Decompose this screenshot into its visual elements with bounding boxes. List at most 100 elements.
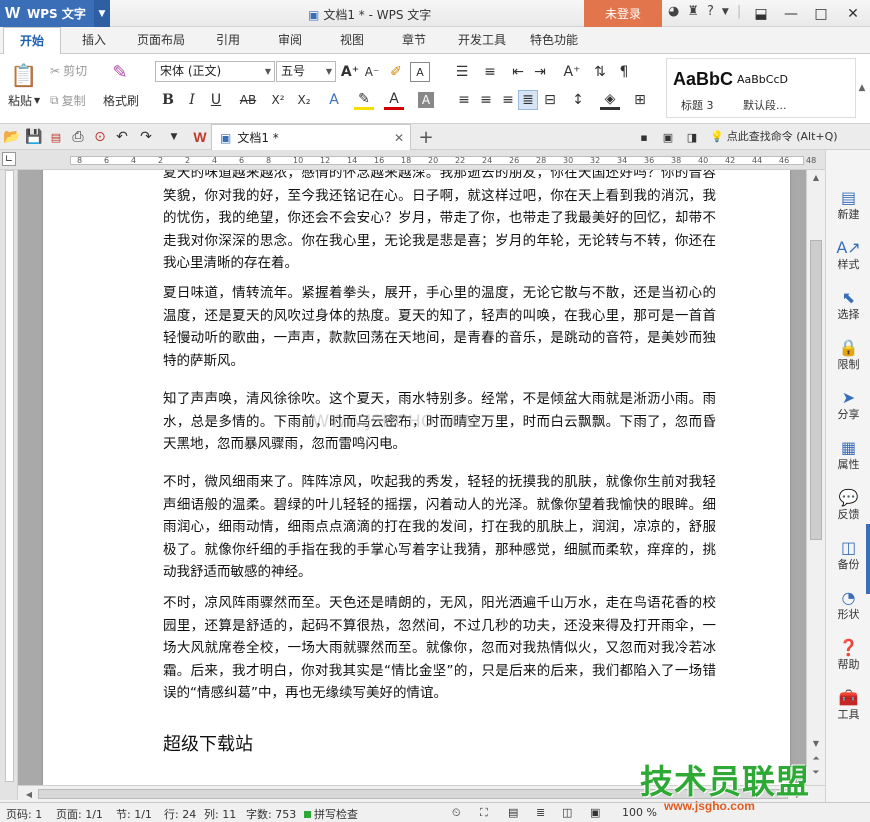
align-center-icon[interactable]: ≡: [476, 90, 496, 110]
tab-developer[interactable]: 开发工具: [450, 27, 514, 54]
align-left-icon[interactable]: ≡: [454, 90, 474, 110]
scroll-left-icon[interactable]: ◀: [22, 786, 36, 802]
focus-mode-icon[interactable]: ⛶: [480, 806, 488, 820]
tab-references[interactable]: 引用: [202, 27, 254, 54]
tab-review[interactable]: 审阅: [264, 27, 316, 54]
tab-view[interactable]: 视图: [326, 27, 378, 54]
sidepanel-new[interactable]: ▤ 新建: [826, 188, 870, 222]
grow-font-icon[interactable]: A⁺: [340, 62, 360, 82]
restore-window-button[interactable]: ⬓: [746, 0, 776, 27]
scroll-up-icon[interactable]: ▲: [809, 170, 823, 184]
sidepanel-styles[interactable]: A↗ 样式: [826, 238, 870, 272]
open-icon[interactable]: 📂: [2, 127, 22, 147]
horizontal-ruler[interactable]: ∟ 8 6 4 2 2 4 6 8 10 12 14 16 18 20 22 24 26 28 30 32 34 36 38…: [0, 150, 825, 170]
web-view-icon[interactable]: ◫: [562, 806, 572, 819]
sidepanel-tools[interactable]: 🧰 工具: [826, 688, 870, 722]
font-name-select[interactable]: 宋体 (正文) ▼: [155, 61, 275, 82]
close-button[interactable]: ✕: [838, 0, 868, 27]
print-icon[interactable]: ⎙: [68, 127, 88, 147]
bullet-list-icon[interactable]: ☰: [452, 62, 472, 82]
align-right-icon[interactable]: ≡: [498, 90, 518, 110]
sidepanel-help[interactable]: ❓ 帮助: [826, 638, 870, 672]
chevron-down-icon[interactable]: ▲: [856, 78, 868, 98]
document-page[interactable]: 夏天的味道越来越浓，感情的怀念越来越深。我那逝去的朋友，你在天国还好吗？你的音容…: [43, 170, 790, 785]
format-painter-button[interactable]: 格式刷: [103, 92, 139, 109]
increase-indent-icon[interactable]: ⇥: [530, 62, 550, 82]
clear-format-icon[interactable]: ✐: [386, 62, 406, 82]
status-page-code[interactable]: 页码: 1: [6, 806, 42, 822]
italic-icon[interactable]: I: [182, 90, 202, 110]
paragraph-1[interactable]: 夏天的味道越来越浓，感情的怀念越来越深。我那逝去的朋友，你在天国还好吗？你的音容…: [163, 170, 716, 275]
chevron-down-icon[interactable]: ▼: [722, 7, 729, 17]
font-size-select[interactable]: 五号 ▼: [276, 61, 336, 82]
undo-icon[interactable]: ↶: [112, 127, 132, 147]
status-section[interactable]: 节: 1/1: [116, 806, 152, 822]
show-marks-icon[interactable]: ¶: [614, 62, 634, 82]
sidepanel-backup[interactable]: ◫ 备份: [826, 538, 870, 572]
strikethrough-icon[interactable]: AB: [238, 90, 258, 110]
status-pages[interactable]: 页面: 1/1: [56, 806, 103, 822]
print-preview-icon[interactable]: ⊙: [90, 127, 110, 147]
status-row[interactable]: 行: 24: [164, 806, 196, 822]
pdf-icon[interactable]: ▤: [46, 127, 66, 147]
chinese-layout-icon[interactable]: A⁺: [562, 62, 582, 82]
window-list-icon[interactable]: ▪: [634, 127, 654, 147]
tab-stop-icon[interactable]: ∟: [2, 152, 16, 166]
vertical-scrollbar[interactable]: ▲ ▼ ⏶ ⏷: [806, 170, 825, 785]
document-tab[interactable]: ▣ 文档1 * ✕: [211, 124, 411, 150]
help-icon[interactable]: ?: [707, 4, 714, 19]
paragraph-shading-icon[interactable]: ◈: [600, 90, 620, 110]
paragraph-5[interactable]: 不时，凉风阵雨骤然而至。天色还是晴朗的，无风，阳光洒遍千山万水，走在鸟语花香的校…: [163, 592, 716, 705]
save-icon[interactable]: 💾: [24, 127, 44, 147]
new-tab-icon[interactable]: +: [416, 127, 436, 148]
status-word-count[interactable]: 字数: 753: [246, 806, 296, 822]
sidepanel-share[interactable]: ➤ 分享: [826, 388, 870, 422]
underline-icon[interactable]: U: [206, 90, 226, 110]
text-effect-icon[interactable]: A: [324, 90, 344, 110]
tab-special[interactable]: 特色功能: [522, 27, 586, 54]
sort-icon[interactable]: ⇅: [590, 62, 610, 82]
minimize-button[interactable]: —: [776, 0, 806, 27]
scroll-thumb[interactable]: [810, 240, 822, 540]
numbered-list-icon[interactable]: ≡: [480, 62, 500, 82]
outline-view-icon[interactable]: ≣: [536, 806, 545, 819]
subscript-icon[interactable]: X₂: [294, 90, 314, 110]
paragraph-4[interactable]: 不时，微风细雨来了。阵阵凉风，吹起我的秀发，轻轻的抚摸我的肌肤，就像你生前对我轻…: [163, 471, 716, 584]
sidepanel-properties[interactable]: ▦ 属性: [826, 438, 870, 472]
shirt-icon[interactable]: ♜: [687, 4, 699, 19]
vertical-ruler[interactable]: [0, 170, 18, 800]
spell-check-toggle[interactable]: 拼写检查: [304, 806, 358, 822]
command-search[interactable]: 💡 点此查找命令 (Alt+Q): [710, 128, 838, 144]
login-button[interactable]: 未登录: [584, 0, 662, 27]
sidepanel-restrict[interactable]: 🔒 限制: [826, 338, 870, 372]
history-icon[interactable]: ⏲: [452, 806, 461, 820]
copy-button[interactable]: ⧉ 复制: [50, 92, 86, 109]
wps-home-icon[interactable]: W: [190, 127, 210, 147]
tab-home[interactable]: 开始: [3, 27, 61, 55]
style-gallery[interactable]: AaBbC AaBbCcD 标题 3 默认段...: [666, 58, 856, 118]
sidepanel-feedback[interactable]: 💬 反馈: [826, 488, 870, 522]
chevron-down-icon[interactable]: ▼: [164, 127, 184, 147]
shrink-font-icon[interactable]: A⁻: [362, 62, 382, 82]
scroll-down-icon[interactable]: ▼: [809, 736, 823, 750]
paragraph-2[interactable]: 夏日味道，情转流年。紧握着拳头，展开，手心里的温度，无论它散与不散，还是当初心的…: [163, 282, 716, 372]
paste-button[interactable]: 粘贴 ▼: [8, 92, 40, 109]
document-heading[interactable]: 超级下载站: [163, 730, 253, 756]
bold-icon[interactable]: B: [158, 90, 178, 110]
screen-icon[interactable]: ▣: [658, 127, 678, 147]
maximize-button[interactable]: □: [806, 0, 836, 27]
close-icon[interactable]: ✕: [394, 131, 404, 145]
reading-view-icon[interactable]: ▣: [590, 806, 600, 819]
align-justify-icon[interactable]: ≣: [518, 90, 538, 110]
redo-icon[interactable]: ↷: [136, 127, 156, 147]
superscript-icon[interactable]: X²: [268, 90, 288, 110]
cut-button[interactable]: ✂ 剪切: [50, 62, 87, 79]
highlight-icon[interactable]: ✎: [354, 90, 374, 110]
tab-insert[interactable]: 插入: [68, 27, 120, 54]
status-col[interactable]: 列: 11: [204, 806, 236, 822]
sidepanel-select[interactable]: ⬉ 选择: [826, 288, 870, 322]
skin-icon[interactable]: ◕: [668, 4, 679, 19]
page-view-icon[interactable]: ▤: [508, 806, 518, 819]
line-spacing-icon[interactable]: ↕: [568, 90, 588, 110]
wps-menu-button[interactable]: W WPS 文字 ▼: [0, 0, 110, 27]
